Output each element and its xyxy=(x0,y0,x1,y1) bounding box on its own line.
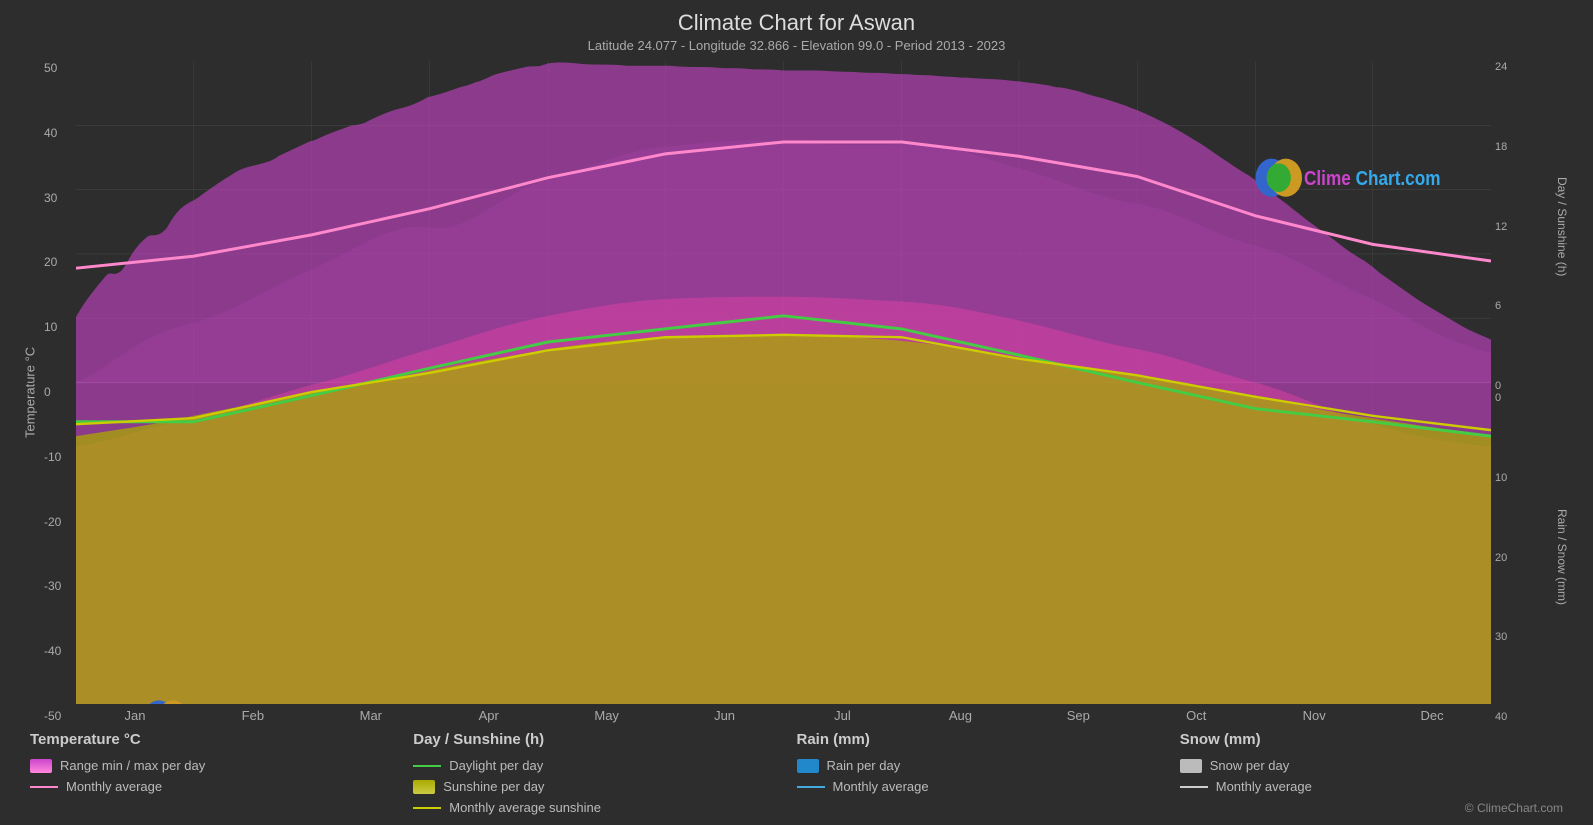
legend-item-daylight: Daylight per day xyxy=(413,758,786,773)
legend-item-temp-avg: Monthly average xyxy=(30,779,403,794)
x-label-aug: Aug xyxy=(901,708,1019,723)
legend-line-temp-avg xyxy=(30,786,58,788)
chart-area: Temperature °C 50 40 30 20 10 0 -10 -20 … xyxy=(20,61,1573,723)
legend-label-sunshine: Sunshine per day xyxy=(443,779,544,794)
x-label-apr: Apr xyxy=(430,708,548,723)
copyright: © ClimeChart.com xyxy=(1465,801,1563,815)
svg-text:Clime: Clime xyxy=(1304,167,1351,190)
legend-label-temp-avg: Monthly average xyxy=(66,779,162,794)
legend-item-rain-avg: Monthly average xyxy=(797,779,1170,794)
legend-line-snow-avg xyxy=(1180,786,1208,788)
x-axis-labels: Jan Feb Mar Apr May Jun Jul Aug Sep Oct … xyxy=(76,704,1491,723)
legend-label-rain-avg: Monthly average xyxy=(833,779,929,794)
legend-section-sunshine: Day / Sunshine (h) Daylight per day Suns… xyxy=(413,731,796,815)
legend-title-snow: Snow (mm) xyxy=(1180,731,1553,748)
x-label-nov: Nov xyxy=(1255,708,1373,723)
x-label-mar: Mar xyxy=(312,708,430,723)
chart-header: Climate Chart for Aswan Latitude 24.077 … xyxy=(20,10,1573,53)
legend-label-rain: Rain per day xyxy=(827,758,901,773)
legend-section-snow: Snow (mm) Snow per day Monthly average ©… xyxy=(1180,731,1563,815)
x-label-jan: Jan xyxy=(76,708,194,723)
legend-item-snow-avg: Monthly average xyxy=(1180,779,1553,794)
x-label-feb: Feb xyxy=(194,708,312,723)
legend-swatch-rain xyxy=(797,759,819,773)
x-label-jul: Jul xyxy=(784,708,902,723)
y-axis-right-bottom-ticks: 0 10 20 30 40 xyxy=(1491,392,1551,723)
legend-item-sunshine: Sunshine per day xyxy=(413,779,786,794)
legend-item-sunshine-avg: Monthly average sunshine xyxy=(413,800,786,815)
x-label-oct: Oct xyxy=(1137,708,1255,723)
legend-label-snow: Snow per day xyxy=(1210,758,1290,773)
x-label-dec: Dec xyxy=(1373,708,1491,723)
page-container: Climate Chart for Aswan Latitude 24.077 … xyxy=(0,0,1593,825)
legend-line-rain-avg xyxy=(797,786,825,788)
legend-title-rain: Rain (mm) xyxy=(797,731,1170,748)
y-axis-right: 24 18 12 6 0 0 10 20 30 40 xyxy=(1491,61,1551,723)
legend-swatch-temp-range xyxy=(30,759,52,773)
climate-svg: Clime Chart.com Clime Chart.com xyxy=(76,61,1491,704)
legend-section-temperature: Temperature °C Range min / max per day M… xyxy=(30,731,413,815)
legend-title-sunshine: Day / Sunshine (h) xyxy=(413,731,786,748)
legend-item-temp-range: Range min / max per day xyxy=(30,758,403,773)
legend-section-rain: Rain (mm) Rain per day Monthly average xyxy=(797,731,1180,815)
chart-subtitle: Latitude 24.077 - Longitude 32.866 - Ele… xyxy=(20,38,1573,53)
x-label-may: May xyxy=(548,708,666,723)
legend-line-sunshine-avg xyxy=(413,807,441,809)
y-axis-left-label: Temperature °C xyxy=(20,61,40,723)
legend-swatch-snow xyxy=(1180,759,1202,773)
y-axis-right-top-ticks: 24 18 12 6 0 xyxy=(1491,61,1551,392)
svg-text:Chart.com: Chart.com xyxy=(1356,167,1441,190)
x-label-sep: Sep xyxy=(1019,708,1137,723)
y-axis-right-bottom-label: Rain / Snow (mm) xyxy=(1551,392,1573,723)
legend-label-temp-range: Range min / max per day xyxy=(60,758,205,773)
chart-title: Climate Chart for Aswan xyxy=(20,10,1573,36)
legend-item-rain: Rain per day xyxy=(797,758,1170,773)
legend-item-snow: Snow per day xyxy=(1180,758,1553,773)
y-axis-right-labels: Day / Sunshine (h) Rain / Snow (mm) xyxy=(1551,61,1573,723)
legend-line-daylight xyxy=(413,765,441,767)
legend-label-sunshine-avg: Monthly average sunshine xyxy=(449,800,601,815)
y-axis-left-ticks: 50 40 30 20 10 0 -10 -20 -30 -40 -50 xyxy=(40,61,76,723)
legend: Temperature °C Range min / max per day M… xyxy=(20,731,1573,815)
chart-middle: Clime Chart.com Clime Chart.com Jan Feb … xyxy=(76,61,1491,723)
legend-label-daylight: Daylight per day xyxy=(449,758,543,773)
legend-swatch-sunshine xyxy=(413,780,435,794)
x-label-jun: Jun xyxy=(666,708,784,723)
legend-label-snow-avg: Monthly average xyxy=(1216,779,1312,794)
y-axis-right-top-label: Day / Sunshine (h) xyxy=(1551,61,1573,392)
legend-title-temperature: Temperature °C xyxy=(30,731,403,748)
